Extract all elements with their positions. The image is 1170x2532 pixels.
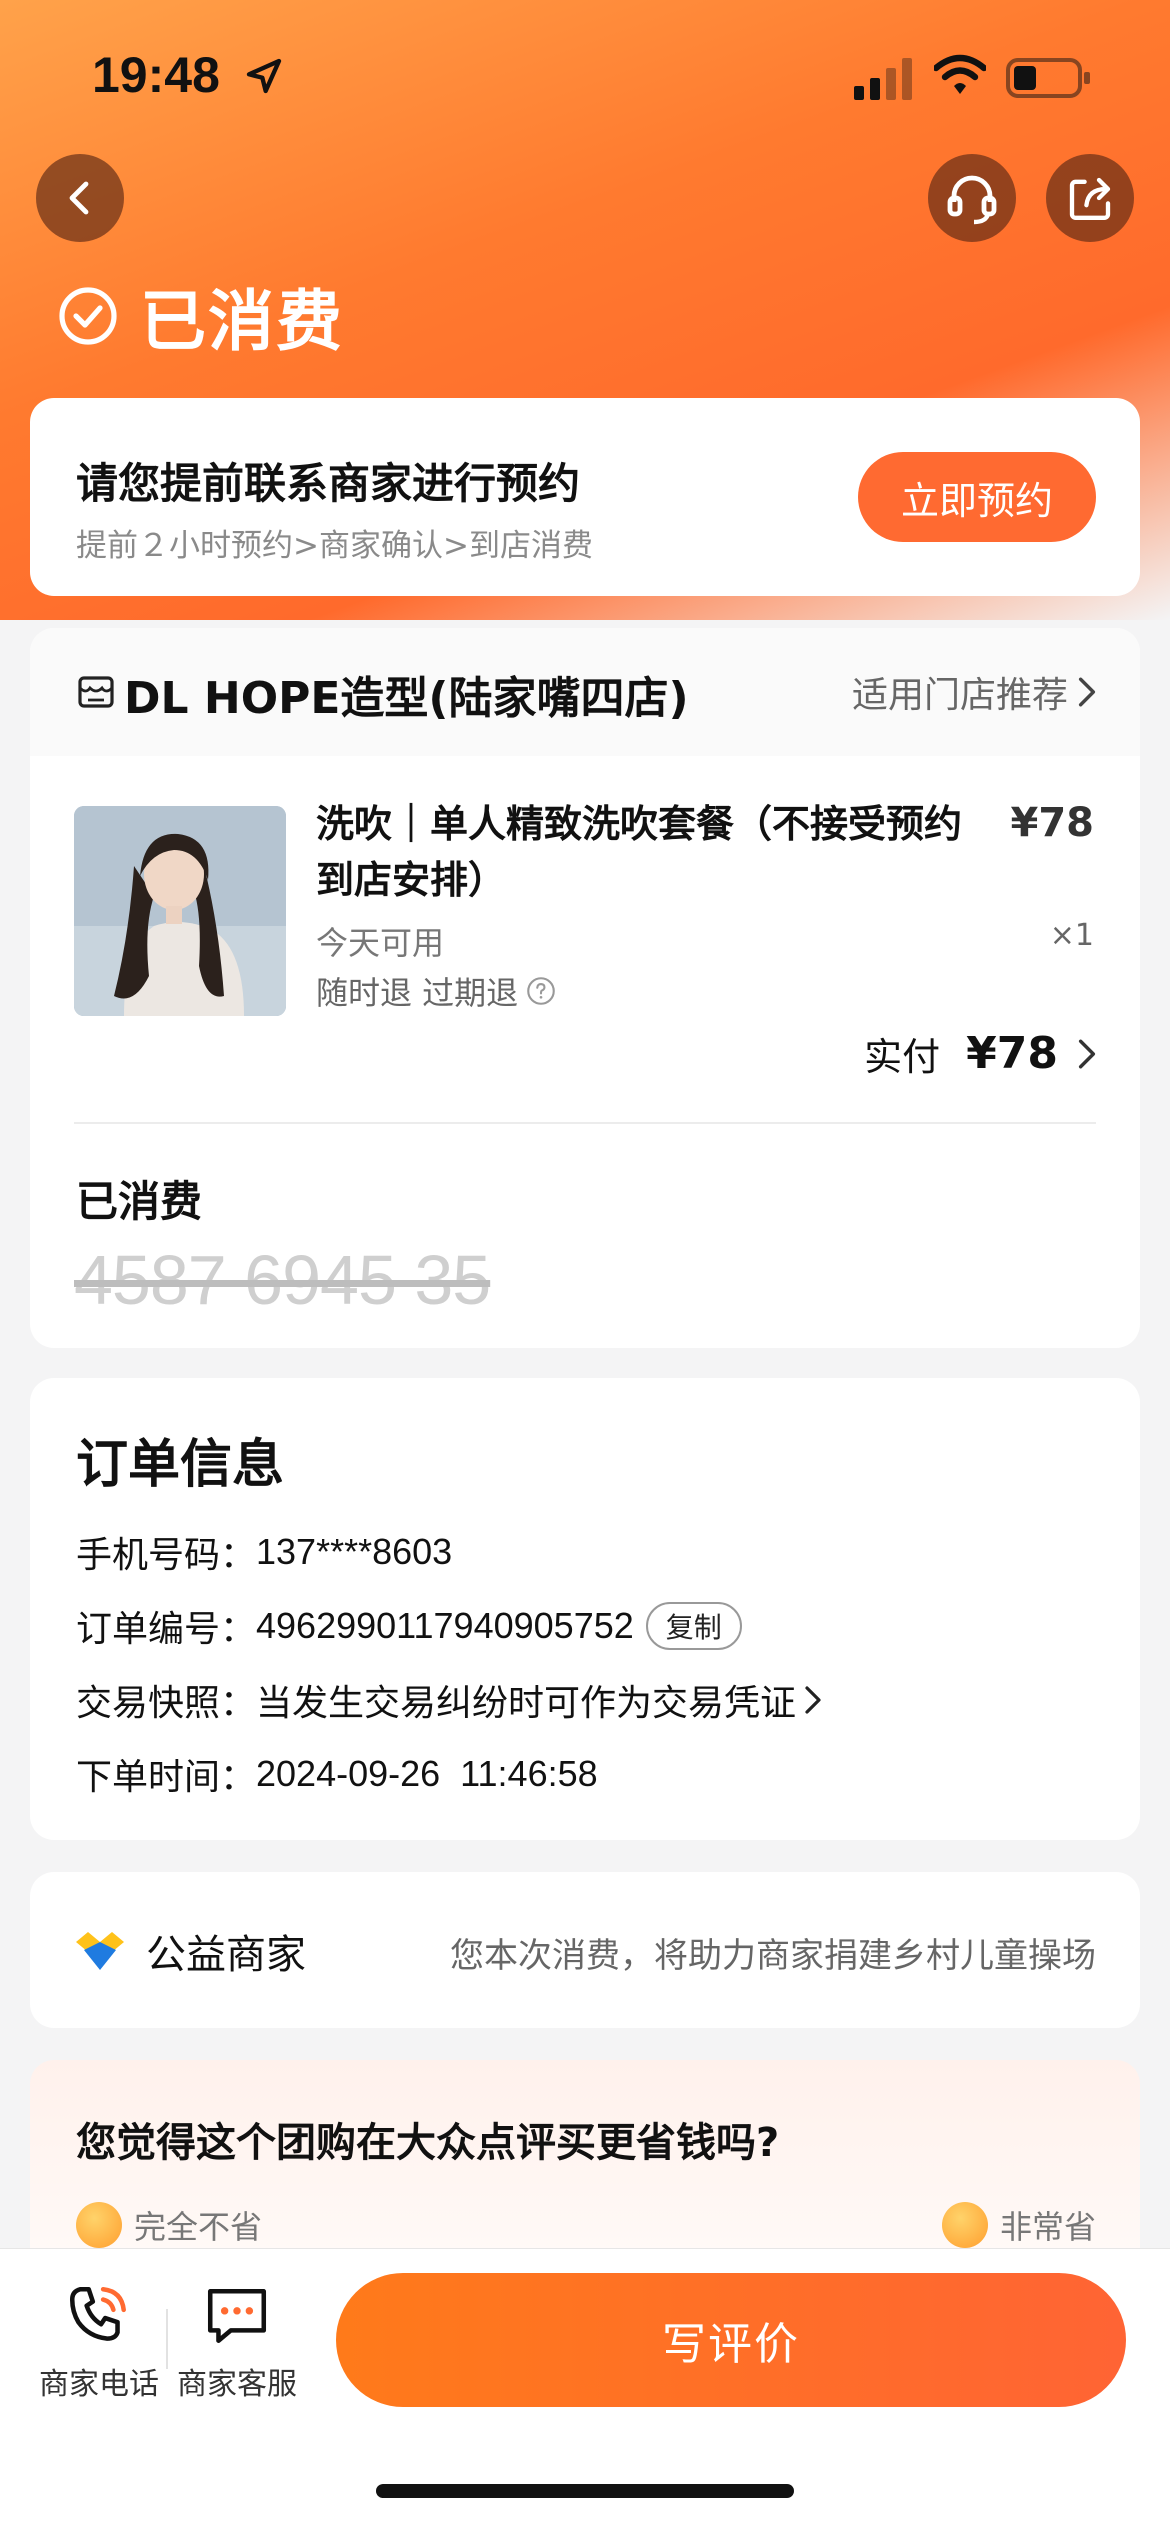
snapshot-text: 当发生交易纠纷时可作为交易凭证 <box>256 1683 797 1724</box>
snapshot-label: 交易快照： <box>76 1683 257 1724</box>
reservation-card: 请您提前联系商家进行预约 提前２小时预约>商家确认>到店消费 立即预约 <box>30 398 1140 596</box>
check-circle-icon <box>59 287 117 345</box>
phone-row: 手机号码： 137****8603 <box>76 1526 452 1578</box>
battery-icon <box>1006 58 1090 98</box>
reservation-steps: 提前２小时预约>商家确认>到店消费 <box>76 528 593 564</box>
paid-label: 实付 <box>864 1035 941 1079</box>
copy-button[interactable]: 复制 <box>645 1602 742 1650</box>
refund-policy[interactable]: 随时退 过期退 <box>316 968 556 1014</box>
chevron-right-icon <box>1078 1039 1096 1068</box>
survey-question: 您觉得这个团购在大众点评买更省钱吗? <box>76 2120 780 2166</box>
voucher-code: 4587 6945 35 <box>74 1241 491 1319</box>
order-status-heading: 已消费 <box>58 268 344 364</box>
product-quantity: ×1 <box>1049 918 1094 953</box>
merchant-service-label: 商家客服 <box>177 2367 297 2402</box>
divider <box>74 1122 1096 1124</box>
chat-bubble-icon <box>207 2289 267 2343</box>
divider <box>166 2309 168 2369</box>
refund-policy-label: 随时退 过期退 <box>316 974 519 1012</box>
charity-heart-icon <box>76 1932 124 1970</box>
order-time-row: 下单时间： 2024-09-26 11:46:58 <box>76 1748 598 1800</box>
merchant-phone-button[interactable]: 商家电话 <box>36 2281 162 2403</box>
shop-row[interactable]: DL HOPE造型(陆家嘴四店) 适用门店推荐 <box>30 628 1140 756</box>
order-number-label: 订单编号： <box>76 1609 257 1650</box>
survey-right-label: 非常省 <box>999 2208 1096 2246</box>
write-review-button[interactable]: 写评价 <box>336 2273 1126 2407</box>
applicable-stores-label: 适用门店推荐 <box>851 675 1068 716</box>
order-card: DL HOPE造型(陆家嘴四店) 适用门店推荐 洗吹｜单人精致洗吹套餐（不接受预… <box>30 628 1140 1348</box>
phone-label: 手机号码： <box>76 1535 257 1576</box>
order-time-value: 2024-09-26 11:46:58 <box>256 1753 598 1794</box>
location-arrow-icon <box>246 58 282 94</box>
wifi-icon <box>934 54 986 94</box>
question-circle-icon <box>527 977 555 1005</box>
sad-face-icon <box>76 2202 122 2248</box>
share-button[interactable] <box>1046 154 1134 242</box>
share-icon <box>1069 177 1111 220</box>
status-bar: 19:48 <box>0 0 1170 150</box>
survey-option-very-saving[interactable]: 非常省 <box>941 2202 1096 2248</box>
order-info-title: 订单信息 <box>76 1435 285 1495</box>
charity-card[interactable]: 公益商家 您本次消费，将助力商家捐建乡村儿童操场 <box>30 1872 1140 2028</box>
customer-service-button[interactable] <box>928 154 1016 242</box>
chevron-right-icon <box>805 1686 821 1714</box>
availability-text: 今天可用 <box>316 924 445 962</box>
happy-face-icon <box>941 2202 988 2248</box>
voucher-status: 已消费 <box>76 1177 203 1226</box>
product-image[interactable] <box>74 806 286 1016</box>
headset-icon <box>947 175 997 225</box>
order-number-row: 订单编号： 4962990117940905752 复制 <box>76 1600 742 1652</box>
merchant-phone-label: 商家电话 <box>39 2367 159 2402</box>
cellular-signal-icon <box>854 58 912 100</box>
back-button[interactable] <box>36 154 124 242</box>
order-status-label: 已消费 <box>140 283 344 360</box>
phone-icon <box>69 2286 126 2341</box>
shop-icon <box>78 676 114 708</box>
chevron-left-icon <box>69 181 89 215</box>
merchant-service-button[interactable]: 商家客服 <box>174 2281 300 2403</box>
snapshot-row[interactable]: 交易快照： 当发生交易纠纷时可作为交易凭证 <box>76 1674 824 1726</box>
product-price: ¥78 <box>1010 800 1095 846</box>
chevron-right-icon <box>1078 677 1096 707</box>
home-indicator <box>376 2484 794 2498</box>
charity-description: 您本次消费，将助力商家捐建乡村儿童操场 <box>450 1936 1096 1976</box>
charity-label: 公益商家 <box>146 1932 306 1978</box>
status-time: 19:48 <box>92 47 220 103</box>
reserve-now-button[interactable]: 立即预约 <box>858 452 1096 542</box>
survey-left-label: 完全不省 <box>134 2208 263 2246</box>
paid-amount-row[interactable]: 实付 ¥78 <box>864 1026 1098 1081</box>
order-time-label: 下单时间： <box>76 1757 257 1798</box>
portrait-photo-illustration <box>74 806 286 1016</box>
shop-name: DL HOPE造型(陆家嘴四店) <box>124 673 689 724</box>
order-number-value: 4962990117940905752 <box>256 1605 634 1646</box>
reservation-title: 请您提前联系商家进行预约 <box>76 459 581 508</box>
paid-amount: ¥78 <box>966 1028 1058 1079</box>
applicable-stores-link[interactable]: 适用门店推荐 <box>852 666 1098 718</box>
product-name[interactable]: 洗吹｜单人精致洗吹套餐（不接受预约到店安排） <box>316 796 996 908</box>
order-info-card: 订单信息 手机号码： 137****8603 订单编号： 49629901179… <box>30 1378 1140 1840</box>
survey-option-not-saving[interactable]: 完全不省 <box>76 2202 262 2248</box>
phone-value: 137****8603 <box>256 1531 453 1572</box>
